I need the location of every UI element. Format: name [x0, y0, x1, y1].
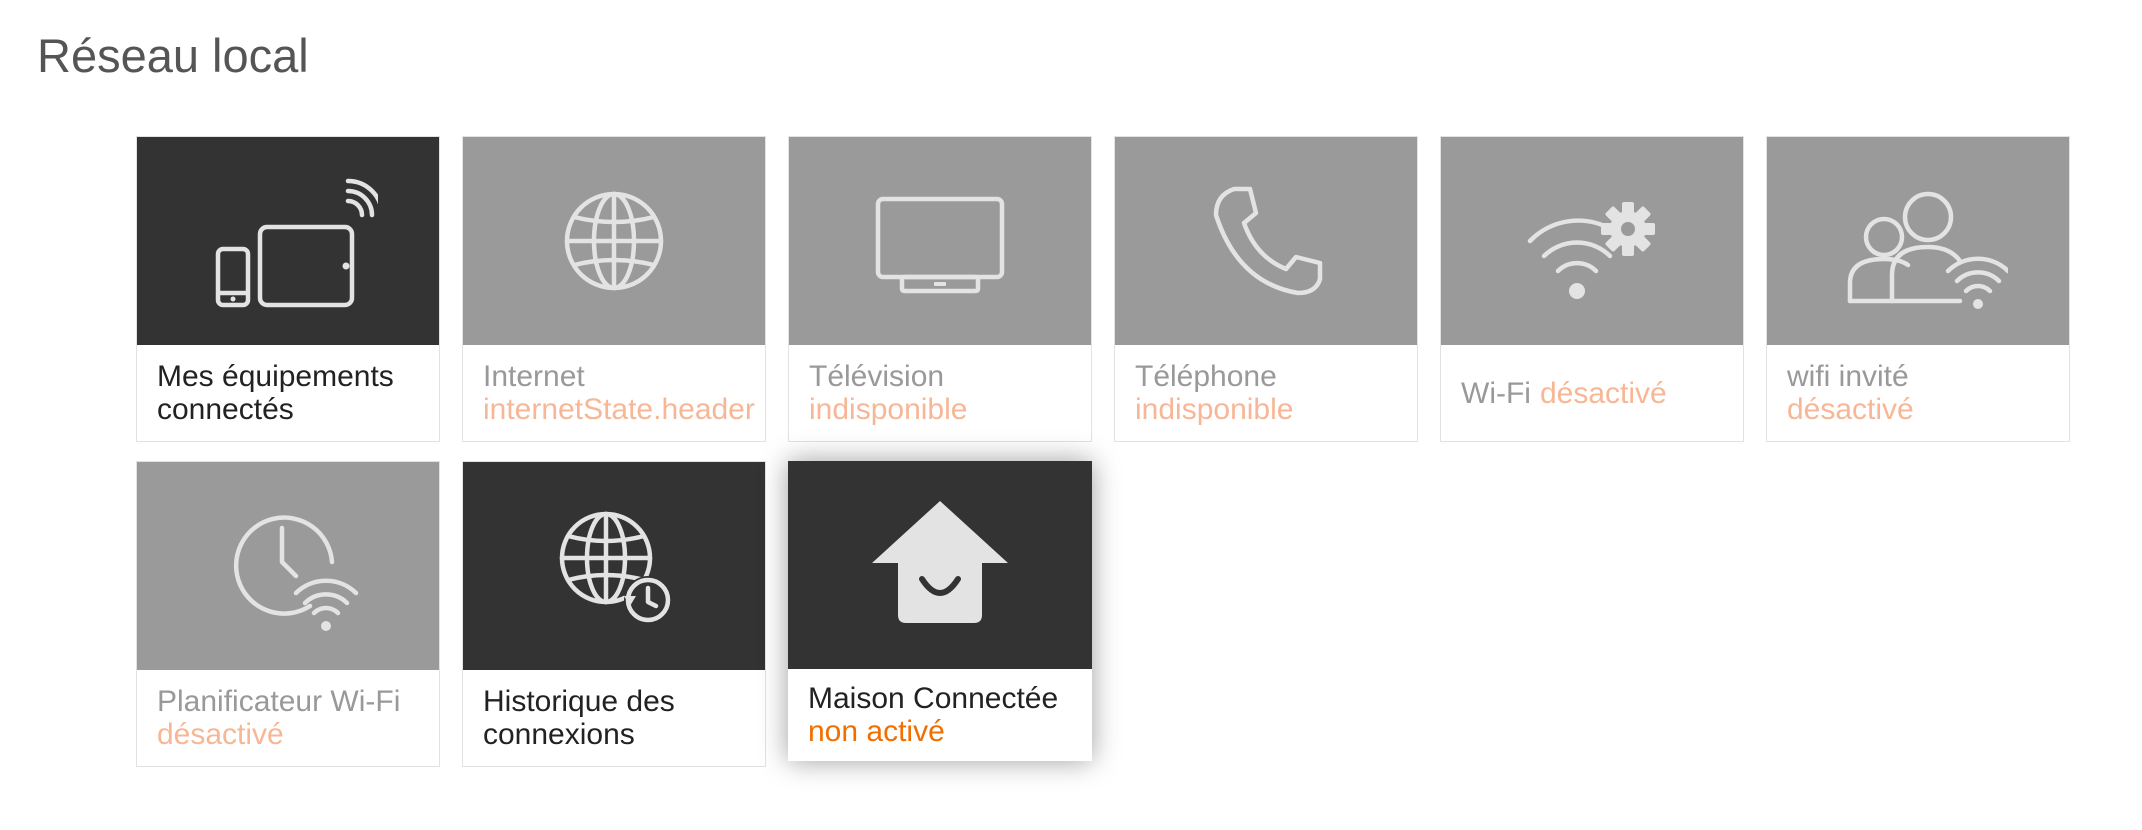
tile-wifi-scheduler[interactable]: Planificateur Wi-Fi désactivé: [136, 461, 440, 767]
tile-icon-area: [1115, 137, 1417, 345]
tile-icon-area: [789, 137, 1091, 345]
tile-icon-area: [788, 461, 1092, 669]
tile-label: Planificateur Wi-Fi désactivé: [157, 670, 439, 766]
tile-name: Téléphone: [1135, 360, 1277, 393]
local-network-page: Réseau local Mes équipements connectés I…: [0, 0, 2142, 830]
guest-wifi-icon: [1847, 191, 2008, 309]
tv-icon: [875, 196, 1005, 294]
tile-wifi[interactable]: Wi-Fi désactivé: [1440, 136, 1744, 442]
tile-name: Internet: [483, 360, 585, 393]
tile-label: Mes équipements connectés: [157, 345, 439, 441]
tile-name: Maison Connectée: [808, 682, 1059, 715]
wifi-settings-icon: [1527, 202, 1655, 299]
globe-history-icon: [559, 511, 672, 624]
tile-name: Télévision: [809, 360, 945, 393]
tile-status: désactivé: [1787, 393, 1914, 426]
tile-icon-area: [137, 462, 439, 670]
tile-icon-area: [1441, 137, 1743, 345]
tile-icon-area: [463, 137, 765, 345]
globe-icon: [564, 191, 664, 291]
tile-label: Internet internetState.header: [483, 345, 765, 441]
tile-name: Wi-Fi: [1461, 376, 1531, 410]
tile-name: Historique des: [483, 685, 675, 718]
tile-label: wifi invité désactivé: [1787, 345, 2069, 441]
tile-connected-devices[interactable]: Mes équipements connectés: [136, 136, 440, 442]
tile-label: Télévision indisponible: [809, 345, 1091, 441]
tile-status: indisponible: [809, 393, 968, 426]
tile-name-line2: connexions: [483, 718, 635, 751]
tile-connection-history[interactable]: Historique des connexions: [462, 461, 766, 767]
tile-name: Mes équipements: [157, 360, 394, 393]
tile-label: Téléphone indisponible: [1135, 345, 1417, 441]
smart-home-icon: [872, 501, 1008, 623]
tile-status: désactivé: [157, 718, 284, 751]
clock-wifi-icon: [233, 515, 359, 631]
tile-internet[interactable]: Internet internetState.header: [462, 136, 766, 442]
tile-status: désactivé: [1539, 376, 1667, 410]
tile-telephone[interactable]: Téléphone indisponible: [1114, 136, 1418, 442]
tile-status: non activé: [808, 715, 945, 748]
page-title: Réseau local: [37, 29, 309, 82]
tile-label: Maison Connectée non activé: [808, 669, 1092, 761]
tile-name-line2: connectés: [157, 393, 294, 426]
tile-television[interactable]: Télévision indisponible: [788, 136, 1092, 442]
tile-guest-wifi[interactable]: wifi invité désactivé: [1766, 136, 2070, 442]
devices-wifi-icon: [215, 178, 378, 308]
tile-status: indisponible: [1135, 393, 1294, 426]
tile-label: Wi-Fi désactivé: [1461, 345, 1743, 441]
tile-label: Historique des connexions: [483, 670, 765, 766]
phone-icon: [1213, 186, 1323, 296]
tile-name: wifi invité: [1787, 360, 1909, 393]
tile-icon-area: [1767, 137, 2069, 345]
tile-icon-area: [137, 137, 439, 345]
tile-smart-home[interactable]: Maison Connectée non activé: [788, 461, 1092, 761]
tile-icon-area: [463, 462, 765, 670]
tile-status: internetState.header: [483, 393, 755, 426]
tile-name: Planificateur Wi-Fi: [157, 685, 401, 718]
